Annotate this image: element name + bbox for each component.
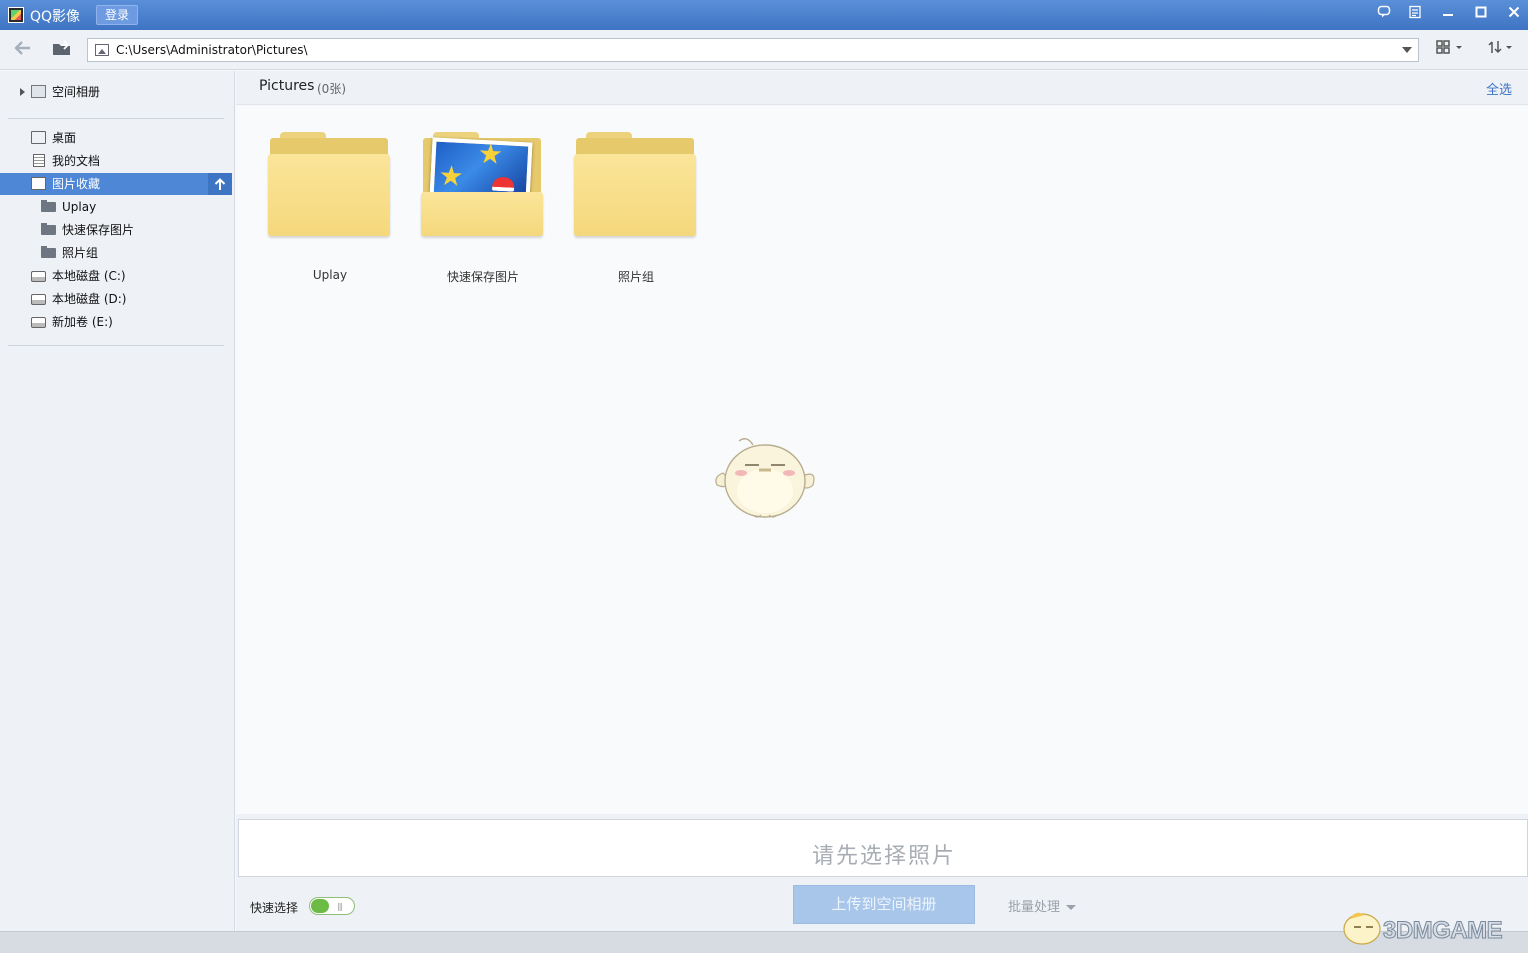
app-logo-icon xyxy=(8,7,24,23)
sidebar-item-photo-group[interactable]: 照片组 xyxy=(0,242,232,264)
chevron-down-icon xyxy=(1066,905,1077,910)
select-all-link[interactable]: 全选 xyxy=(1486,79,1512,98)
sidebar-item-disk-e[interactable]: 新加卷 (E:) xyxy=(0,311,232,333)
sidebar: 空间相册 桌面 我的文档 图片收藏 Uplay 快速保存图片 照片组 本地磁盘 … xyxy=(0,71,235,931)
folder-grid: Uplay ★ ★ 快速保存图片 照片组 xyxy=(236,106,1528,814)
watermark-text: 3DMGAME xyxy=(1382,917,1503,945)
address-path: C:\Users\Administrator\Pictures\ xyxy=(116,43,308,57)
folder-item-quick-save[interactable]: ★ ★ 快速保存图片 xyxy=(421,130,545,284)
mascot-icon xyxy=(715,438,815,518)
watermark: 3DMGAME xyxy=(1336,903,1526,947)
folder-icon xyxy=(41,246,56,258)
image-location-icon xyxy=(95,44,109,56)
batch-process-button[interactable]: 批量处理 xyxy=(1008,896,1077,915)
batch-process-label: 批量处理 xyxy=(1008,900,1061,915)
menu-icon[interactable] xyxy=(1404,5,1426,25)
sidebar-item-album[interactable]: 空间相册 xyxy=(0,81,232,103)
toggle-grip-icon: ||| xyxy=(337,902,343,911)
status-bar xyxy=(0,931,1528,953)
desktop-icon xyxy=(31,131,46,144)
view-mode-icon[interactable] xyxy=(1436,40,1470,60)
address-toolbar: C:\Users\Administrator\Pictures\ xyxy=(0,30,1528,70)
sidebar-item-label: Uplay xyxy=(62,200,97,214)
quick-select-toggle[interactable]: ||| xyxy=(309,897,355,915)
folder-front xyxy=(421,192,543,236)
folder-item-photo-group[interactable]: 照片组 xyxy=(574,130,698,284)
title-bar: QQ影像 登录 xyxy=(0,0,1528,30)
sidebar-item-label: 新加卷 (E:) xyxy=(52,315,113,329)
sidebar-item-disk-c[interactable]: 本地磁盘 (C:) xyxy=(0,265,232,287)
document-icon xyxy=(33,154,45,167)
parent-folder-icon[interactable] xyxy=(51,40,73,60)
sidebar-item-label: 本地磁盘 (C:) xyxy=(52,269,126,283)
watermark-mascot-icon xyxy=(1343,912,1381,945)
action-panel: 请先选择照片 快速选择 ||| 上传到空间相册 批量处理 xyxy=(236,814,1528,931)
sidebar-item-label: 快速保存图片 xyxy=(62,223,135,237)
close-icon[interactable] xyxy=(1503,5,1525,25)
disk-icon xyxy=(31,317,46,328)
quick-select-label: 快速选择 xyxy=(250,901,299,915)
sidebar-item-label: 桌面 xyxy=(52,131,77,145)
sidebar-item-documents[interactable]: 我的文档 xyxy=(0,150,232,172)
folder-icon xyxy=(41,200,56,212)
sidebar-item-label: 我的文档 xyxy=(52,154,101,168)
selection-tray: 请先选择照片 xyxy=(238,819,1528,877)
toggle-knob xyxy=(311,899,329,913)
login-button[interactable]: 登录 xyxy=(96,5,138,25)
santa-hat-icon xyxy=(491,176,515,192)
upload-to-album-button[interactable]: 上传到空间相册 xyxy=(793,885,975,924)
disk-icon xyxy=(31,294,46,305)
folder-front xyxy=(268,154,390,236)
expand-arrow-icon[interactable] xyxy=(20,88,25,96)
feedback-icon[interactable] xyxy=(1373,5,1395,25)
divider xyxy=(8,345,224,346)
sidebar-item-label: 本地磁盘 (D:) xyxy=(52,292,127,306)
upload-arrow-icon[interactable] xyxy=(208,173,232,195)
empty-selection-hint: 请先选择照片 xyxy=(811,844,956,869)
sort-icon[interactable] xyxy=(1488,40,1522,60)
disk-icon xyxy=(31,271,46,282)
address-dropdown-icon[interactable] xyxy=(1402,47,1412,53)
sidebar-item-pictures[interactable]: 图片收藏 xyxy=(0,173,232,195)
sidebar-item-quick-save[interactable]: 快速保存图片 xyxy=(0,219,232,241)
address-input[interactable]: C:\Users\Administrator\Pictures\ xyxy=(87,38,1419,62)
folder-item-uplay[interactable]: Uplay xyxy=(268,130,392,282)
back-arrow-icon[interactable] xyxy=(12,40,34,60)
pictures-icon xyxy=(31,177,46,190)
content-header: Pictures (0张) 全选 xyxy=(236,71,1528,105)
sidebar-item-desktop[interactable]: 桌面 xyxy=(0,127,232,149)
sidebar-item-disk-d[interactable]: 本地磁盘 (D:) xyxy=(0,288,232,310)
app-title: QQ影像 xyxy=(30,9,81,25)
sidebar-item-label: 图片收藏 xyxy=(52,177,101,191)
sidebar-item-uplay[interactable]: Uplay xyxy=(0,196,232,218)
folder-title: Pictures xyxy=(259,78,315,94)
star-icon: ★ xyxy=(437,158,465,194)
minimize-icon[interactable] xyxy=(1437,5,1459,25)
folder-front xyxy=(574,154,696,236)
folder-name: Uplay xyxy=(312,268,348,282)
album-icon xyxy=(31,85,46,98)
folder-name: 快速保存图片 xyxy=(446,270,519,284)
sidebar-item-label: 空间相册 xyxy=(52,85,101,99)
star-icon: ★ xyxy=(477,136,504,172)
folder-icon xyxy=(41,223,56,235)
divider xyxy=(8,118,224,119)
photo-count: (0张) xyxy=(317,82,346,96)
folder-name: 照片组 xyxy=(617,270,654,284)
sidebar-item-label: 照片组 xyxy=(62,246,99,260)
maximize-icon[interactable] xyxy=(1470,5,1492,25)
